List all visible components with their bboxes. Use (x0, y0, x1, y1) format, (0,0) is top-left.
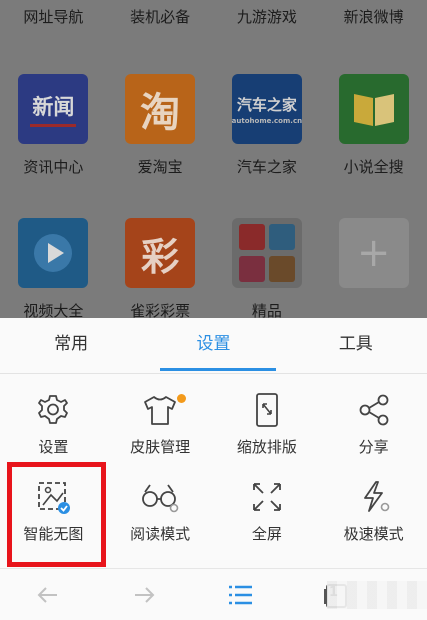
app-label: 爱淘宝 (137, 158, 183, 176)
lottery-icon: 彩 (125, 218, 196, 288)
skin-manager-button[interactable]: 皮肤管理 (107, 382, 214, 469)
tool-label: 阅读模式 (130, 525, 191, 543)
lightning-icon (363, 481, 389, 512)
app-label: 汽车之家 (236, 158, 297, 176)
app-news[interactable]: 新闻 资讯中心 (0, 74, 107, 177)
forward-button[interactable] (96, 580, 192, 610)
tab-tools[interactable]: 工具 (285, 318, 427, 373)
app-video[interactable]: 视频大全 (0, 218, 107, 318)
zoom-layout-icon (255, 393, 278, 427)
app-novel[interactable]: 小说全搜 (320, 74, 427, 177)
settings-button[interactable]: 设置 (0, 382, 107, 469)
notification-badge (176, 394, 186, 403)
autohome-icon: 汽车之家 autohome.com.cn (232, 74, 302, 144)
top-app-labels: 网址导航 装机必备 九游游戏 新浪微博 (0, 6, 427, 27)
settings-gear-icon (38, 395, 69, 424)
menu-panel: 常用 设置 工具 设置 皮肤管理 缩放排版 分享 智能无图 阅读模式 全屏 极速… (0, 318, 427, 620)
back-button[interactable] (0, 580, 96, 610)
tool-label: 分享 (358, 438, 389, 456)
tool-label: 极速模式 (343, 525, 404, 543)
app-label[interactable]: 新浪微博 (320, 6, 427, 27)
menu-icon (229, 585, 252, 604)
app-label: 雀彩彩票 (130, 302, 191, 318)
tool-label: 设置 (38, 438, 69, 456)
app-label[interactable]: 网址导航 (0, 6, 107, 27)
tab-common[interactable]: 常用 (0, 318, 142, 373)
tool-label: 全屏 (251, 525, 282, 543)
app-label: 资讯中心 (23, 158, 84, 176)
taobao-icon: 淘 (125, 74, 196, 144)
book-icon (338, 74, 409, 144)
app-collection[interactable]: 精品 (214, 218, 321, 318)
add-icon: + (338, 218, 409, 288)
home-screen: 网址导航 装机必备 九游游戏 新浪微博 新闻 资讯中心 淘 爱淘宝 汽车之家 a… (0, 0, 427, 318)
app-label: 小说全搜 (343, 158, 404, 176)
video-play-icon (18, 218, 89, 288)
news-icon: 新闻 (18, 74, 89, 144)
reading-glasses-icon (142, 484, 179, 513)
highlight-box (7, 462, 106, 567)
apps-collection-icon (231, 218, 302, 288)
speed-mode-button[interactable]: 极速模式 (320, 469, 427, 556)
forward-arrow-icon (135, 586, 155, 603)
tshirt-skin-icon (144, 396, 177, 425)
app-taobao[interactable]: 淘 爱淘宝 (107, 74, 214, 177)
app-lottery[interactable]: 彩 雀彩彩票 (107, 218, 214, 318)
menu-button[interactable] (192, 580, 288, 610)
back-arrow-icon (37, 586, 57, 603)
watermark-blur (327, 581, 427, 609)
app-autohome[interactable]: 汽车之家 autohome.com.cn 汽车之家 (214, 74, 321, 177)
app-label: 精品 (251, 302, 282, 318)
active-tab-indicator (160, 368, 276, 371)
tab-settings[interactable]: 设置 (142, 318, 284, 373)
reading-mode-button[interactable]: 阅读模式 (107, 469, 214, 556)
add-app-button[interactable]: + (320, 218, 427, 318)
app-label[interactable]: 装机必备 (107, 6, 214, 27)
zoom-layout-button[interactable]: 缩放排版 (214, 382, 321, 469)
tool-label: 皮肤管理 (130, 438, 191, 456)
book-icon (353, 94, 394, 126)
share-button[interactable]: 分享 (320, 382, 427, 469)
app-label: 视频大全 (23, 302, 84, 318)
fullscreen-button[interactable]: 全屏 (214, 469, 321, 556)
menu-tabs: 常用 设置 工具 (0, 318, 427, 374)
share-icon (359, 394, 389, 426)
app-label[interactable]: 九游游戏 (214, 6, 321, 27)
fullscreen-icon (252, 483, 281, 511)
tool-label: 缩放排版 (236, 438, 297, 456)
